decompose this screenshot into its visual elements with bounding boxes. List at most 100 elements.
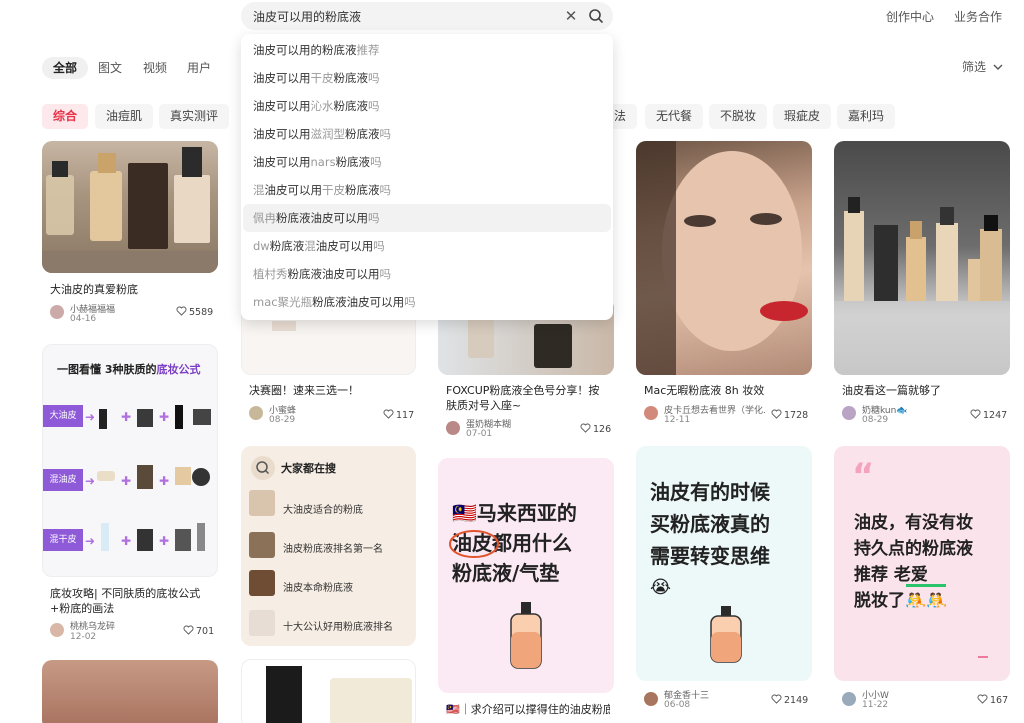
card-title[interactable]: 🇲🇾｜求介绍可以撑得住的油皮粉底液 <box>446 702 610 717</box>
trending-searches-card: 大家都在搜 大油皮适合的粉底 油皮粉底液排名第一名 油皮本命粉底液 十大公认好用… <box>241 446 416 646</box>
card-title[interactable]: Mac无暇粉底液 8h 妆效 <box>644 383 808 398</box>
author-name[interactable]: 桃桃乌龙碎 <box>70 619 115 632</box>
suggestion-item[interactable]: mac聚光瓶粉底液油皮可以用吗 <box>243 288 611 316</box>
creator-center-link[interactable]: 创作中心 <box>886 8 934 25</box>
filter-chip[interactable]: 嘉利玛 <box>837 104 896 129</box>
filter-chip[interactable]: 无代餐 <box>645 104 704 129</box>
close-icon[interactable]: ✕ <box>561 6 581 26</box>
like-button[interactable]: 1728 <box>771 409 808 421</box>
card-image[interactable]: “ 油皮，有没有妆 持久点的粉底液 推荐 老爱 脱妆了🤼🤼 <box>834 446 1010 681</box>
skin-type-label: 混干皮 <box>43 529 83 551</box>
suggestion-item[interactable]: 油皮可以用滋润型粉底液吗 <box>243 120 611 148</box>
svg-text:✚: ✚ <box>121 474 131 488</box>
card-image[interactable] <box>636 141 812 375</box>
like-button[interactable]: 1247 <box>970 409 1007 421</box>
heart-icon <box>977 694 988 704</box>
avatar[interactable] <box>249 406 263 420</box>
image-headline: 油皮，有没有妆 持久点的粉底液 推荐 老爱 脱妆了🤼🤼 <box>854 513 973 611</box>
suggestion-item[interactable]: 混油皮可以用干皮粉底液吗 <box>243 176 611 204</box>
filter-chip[interactable]: 油痘肌 <box>95 104 154 129</box>
quote-mark: “ <box>852 456 875 496</box>
suggestion-item[interactable]: 佩冉粉底液油皮可以用吗 <box>243 204 611 232</box>
card-image[interactable] <box>241 659 416 723</box>
heart-icon <box>970 409 981 419</box>
svg-text:✚: ✚ <box>121 410 131 424</box>
search-icon[interactable] <box>586 6 606 26</box>
trending-item[interactable]: 大油皮适合的粉底 <box>283 501 363 516</box>
like-count: 701 <box>196 626 215 637</box>
like-button[interactable]: 701 <box>183 625 214 637</box>
avatar[interactable] <box>644 692 658 706</box>
card-image[interactable] <box>834 141 1010 375</box>
suggestion-item[interactable]: dw粉底液混油皮可以用吗 <box>243 232 611 260</box>
card-image[interactable]: 🇲🇾马来西亚的 油皮都用什么 粉底液/气垫 <box>438 458 614 693</box>
chevron-down-icon <box>993 64 1003 70</box>
like-button[interactable]: 2149 <box>771 694 808 706</box>
filter-chip[interactable]: 综合 <box>42 104 89 129</box>
like-count: 167 <box>990 695 1009 706</box>
tab-users[interactable]: 用户 <box>187 57 211 79</box>
avatar[interactable] <box>50 623 64 637</box>
business-link[interactable]: 业务合作 <box>954 8 1002 25</box>
post-date: 06-08 <box>664 700 691 710</box>
card-title[interactable]: 油皮看这一篇就够了 <box>842 383 1006 398</box>
face-photo <box>636 141 808 375</box>
tab-image-text[interactable]: 图文 <box>98 57 122 79</box>
suggestion-item[interactable]: 油皮可以用的粉底液推荐 <box>243 36 611 64</box>
suggestion-item[interactable]: 油皮可以用nars粉底液吗 <box>243 148 611 176</box>
card-image[interactable]: 油皮有的时候 买粉底液真的 需要转变思维 😭 <box>636 446 812 681</box>
skin-type-label: 混油皮 <box>43 469 83 491</box>
filter-chip[interactable]: 瑕疵皮 <box>773 104 832 129</box>
like-count: 117 <box>396 410 415 421</box>
heart-icon <box>771 409 782 419</box>
suggestion-item[interactable]: 油皮可以用沁水粉底液吗 <box>243 92 611 120</box>
avatar[interactable] <box>446 421 460 435</box>
like-button[interactable]: 126 <box>580 423 611 435</box>
trending-item[interactable]: 油皮粉底液排名第一名 <box>283 540 383 555</box>
heart-icon <box>771 694 782 704</box>
post-date: 07-01 <box>466 429 493 439</box>
like-button[interactable]: 117 <box>383 409 414 421</box>
svg-text:➜: ➜ <box>85 534 95 548</box>
like-count: 126 <box>593 424 612 435</box>
heart-icon <box>183 625 194 635</box>
heart-icon <box>176 306 187 316</box>
filter-chip[interactable]: 不脱妆 <box>709 104 768 129</box>
trending-item[interactable]: 十大公认好用粉底液排名 <box>283 618 393 633</box>
avatar[interactable] <box>50 305 64 319</box>
card-image[interactable] <box>42 660 218 723</box>
search-bar[interactable]: 油皮可以用的粉底液 ✕ <box>241 2 613 30</box>
post-date: 08-29 <box>862 415 889 425</box>
svg-text:➜: ➜ <box>85 410 95 424</box>
svg-text:✚: ✚ <box>159 534 169 548</box>
heart-icon <box>383 409 394 419</box>
card-title[interactable]: FOXCUP粉底液全色号分享！按肤质对号入座~ <box>446 383 610 413</box>
card-image[interactable]: 一图看懂 3种肤质的底妆公式 大油皮 混油皮 混干皮 ➜ ➜ ➜ ✚ ✚ ✚ ✚ ✚ ✚ <box>42 344 218 577</box>
filter-chip[interactable]: 真实测评 <box>159 104 230 129</box>
card-title[interactable]: 决赛圈！速来三选一！ <box>249 383 409 398</box>
suggestion-item[interactable]: 植村秀粉底液油皮可以用吗 <box>243 260 611 288</box>
trending-item[interactable]: 油皮本命粉底液 <box>283 579 353 594</box>
search-input[interactable]: 油皮可以用的粉底液 <box>253 8 361 25</box>
search-suggestions-dropdown: 油皮可以用的粉底液推荐 油皮可以用干皮粉底液吗 油皮可以用沁水粉底液吗 油皮可以用滋润… <box>241 34 613 320</box>
search-icon <box>251 456 275 480</box>
filter-button[interactable]: 筛选 <box>962 58 1003 75</box>
foundation-bottles-image <box>42 147 218 273</box>
trending-title: 大家都在搜 <box>281 462 336 475</box>
tab-video[interactable]: 视频 <box>143 57 167 79</box>
suggestion-item[interactable]: 油皮可以用干皮粉底液吗 <box>243 64 611 92</box>
like-button[interactable]: 5589 <box>176 306 213 318</box>
like-button[interactable]: 167 <box>977 694 1008 706</box>
svg-text:➜: ➜ <box>85 474 95 488</box>
avatar[interactable] <box>842 692 856 706</box>
like-count: 2149 <box>784 695 809 706</box>
card-image[interactable] <box>42 141 218 273</box>
tab-all[interactable]: 全部 <box>42 57 89 79</box>
filter-label: 筛选 <box>962 60 987 74</box>
avatar[interactable] <box>842 406 856 420</box>
foundation-bottle-icon <box>510 602 542 669</box>
card-title[interactable]: 大油皮的真爱粉底 <box>50 282 210 297</box>
card-title[interactable]: 底妆攻略| 不同肤质的底妆公式+粉底的画法 <box>50 586 214 616</box>
avatar[interactable] <box>644 406 658 420</box>
heart-icon <box>580 423 591 433</box>
